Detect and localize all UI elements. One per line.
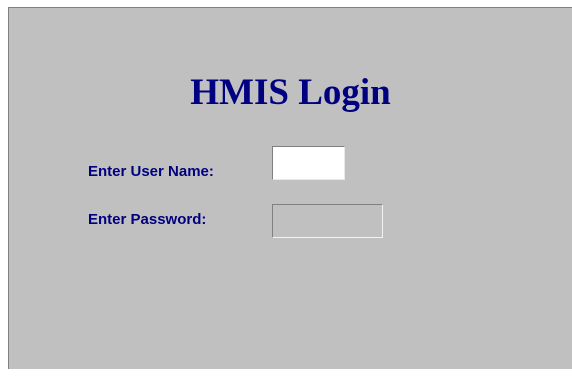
username-label: Enter User Name:: [88, 163, 214, 180]
password-label: Enter Password:: [88, 211, 207, 228]
username-input[interactable]: [272, 146, 345, 180]
page-title: HMIS Login: [190, 72, 391, 113]
login-window: HMIS Login Enter User Name: Enter Passwo…: [8, 7, 572, 369]
password-input[interactable]: [272, 204, 383, 238]
